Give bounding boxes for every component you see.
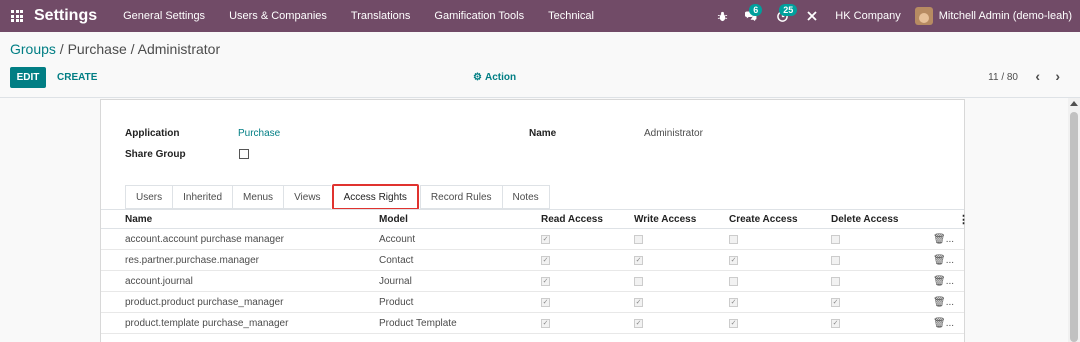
menu-technical[interactable]: Technical: [536, 0, 606, 32]
control-panel-divider: [0, 97, 1080, 98]
delete-row-trash-icon[interactable]: 🗑...: [933, 297, 954, 308]
action-label: Action: [484, 72, 517, 83]
row-model: Contact: [379, 254, 414, 266]
company-name[interactable]: HK Company: [825, 10, 914, 22]
tab-access-rights[interactable]: Access Rights: [331, 184, 419, 210]
menu-gamification-tools[interactable]: Gamification Tools: [422, 0, 536, 32]
create-access-checkbox[interactable]: ✓: [729, 318, 738, 328]
row-name: account.account purchase manager: [125, 233, 284, 245]
pager-previous-button[interactable]: ‹: [1035, 68, 1040, 84]
column-header-read-access[interactable]: Read Access: [541, 214, 603, 225]
create-access-checkbox[interactable]: [729, 234, 738, 244]
messages-icon[interactable]: 6: [735, 0, 765, 32]
notebook-tabs: Users Inherited Menus Views Access Right…: [125, 184, 550, 210]
share-group-checkbox[interactable]: [239, 149, 249, 159]
scroll-up-arrow-icon[interactable]: [1070, 101, 1078, 106]
tab-notes[interactable]: Notes: [501, 185, 550, 209]
pager-next-button[interactable]: ›: [1055, 68, 1060, 84]
table-row[interactable]: account.journal Journal ✓ 🗑...: [101, 271, 964, 292]
delete-access-checkbox[interactable]: [831, 276, 840, 286]
menu-users-companies[interactable]: Users & Companies: [217, 0, 339, 32]
table-row[interactable]: product.template purchase_manager Product…: [101, 313, 964, 334]
page-scrollbar[interactable]: [1068, 98, 1080, 342]
tab-users[interactable]: Users: [125, 185, 173, 209]
table-row[interactable]: account.account purchase manager Account ✓…: [101, 229, 964, 250]
column-header-name[interactable]: Name: [125, 214, 152, 225]
app-title[interactable]: Settings: [34, 7, 97, 25]
write-access-checkbox[interactable]: [634, 276, 643, 286]
breadcrumb-current: Purchase / Administrator: [67, 41, 221, 57]
row-model: Product: [379, 296, 414, 308]
tab-views[interactable]: Views: [283, 185, 331, 209]
application-label: Application: [125, 128, 180, 139]
company-switch-icon[interactable]: [799, 0, 825, 32]
read-access-checkbox[interactable]: ✓: [541, 276, 550, 286]
top-navbar: Settings General Settings Users & Compan…: [0, 0, 1080, 32]
row-model: Product Template: [379, 317, 457, 329]
scroll-thumb[interactable]: [1070, 112, 1078, 342]
delete-access-checkbox[interactable]: ✓: [831, 318, 840, 328]
activities-badge: 25: [779, 4, 798, 16]
user-name: Mitchell Admin (demo-leah): [938, 10, 1072, 22]
gear-icon: ⚙: [473, 72, 482, 83]
row-name: res.partner.purchase.manager: [125, 254, 259, 266]
delete-access-checkbox[interactable]: [831, 255, 840, 265]
access-rights-table: Name Model Read Access Write Access Crea…: [101, 209, 969, 334]
delete-row-trash-icon[interactable]: 🗑...: [933, 318, 954, 329]
create-access-checkbox[interactable]: ✓: [729, 297, 738, 307]
action-dropdown[interactable]: ⚙ Action: [473, 72, 516, 83]
edit-button[interactable]: EDIT: [10, 67, 46, 88]
table-body: account.account purchase manager Account ✓…: [101, 229, 964, 334]
tab-record-rules[interactable]: Record Rules: [419, 185, 502, 209]
table-row[interactable]: res.partner.purchase.manager Contact ✓ ✓ ✓ 🗑.…: [101, 250, 964, 271]
optional-columns-icon[interactable]: ⋮: [958, 213, 969, 226]
debug-bug-icon[interactable]: [709, 0, 735, 32]
column-header-write-access[interactable]: Write Access: [634, 214, 696, 225]
table-row[interactable]: product.product purchase_manager Product ✓…: [101, 292, 964, 313]
share-group-label: Share Group: [125, 149, 186, 160]
delete-row-trash-icon[interactable]: 🗑...: [933, 234, 954, 245]
read-access-checkbox[interactable]: ✓: [541, 234, 550, 244]
write-access-checkbox[interactable]: [634, 234, 643, 244]
tab-menus[interactable]: Menus: [232, 185, 284, 209]
activities-clock-icon[interactable]: 25: [765, 0, 799, 32]
create-access-checkbox[interactable]: [729, 276, 738, 286]
breadcrumb-separator: /: [55, 41, 68, 57]
form-sheet: Application Purchase Share Group Name Ad…: [100, 99, 969, 342]
write-access-checkbox[interactable]: ✓: [634, 297, 643, 307]
user-avatar: [914, 7, 933, 25]
row-model: Account: [379, 233, 416, 245]
write-access-checkbox[interactable]: ✓: [634, 255, 643, 265]
column-header-model[interactable]: Model: [379, 214, 408, 225]
menu-translations[interactable]: Translations: [339, 0, 423, 32]
read-access-checkbox[interactable]: ✓: [541, 318, 550, 328]
delete-row-trash-icon[interactable]: 🗑...: [933, 255, 954, 266]
read-access-checkbox[interactable]: ✓: [541, 297, 550, 307]
delete-row-trash-icon[interactable]: 🗑...: [933, 276, 954, 287]
tab-inherited[interactable]: Inherited: [172, 185, 233, 209]
column-header-create-access[interactable]: Create Access: [729, 214, 798, 225]
row-model: Journal: [379, 275, 412, 287]
apps-menu-icon[interactable]: [0, 0, 34, 32]
application-value[interactable]: Purchase: [238, 128, 280, 139]
column-header-delete-access[interactable]: Delete Access: [831, 214, 898, 225]
messages-badge: 6: [749, 4, 763, 16]
create-button[interactable]: CREATE: [57, 72, 97, 83]
name-value[interactable]: Administrator: [644, 128, 703, 139]
row-name: account.journal: [125, 275, 193, 287]
pager-value[interactable]: 11 / 80: [988, 72, 1018, 83]
breadcrumb: Groups / Purchase / Administrator: [10, 41, 220, 57]
create-access-checkbox[interactable]: ✓: [729, 255, 738, 265]
row-name: product.product purchase_manager: [125, 296, 284, 308]
breadcrumb-groups-link[interactable]: Groups: [10, 41, 56, 57]
row-name: product.template purchase_manager: [125, 317, 289, 329]
name-label: Name: [529, 128, 557, 139]
read-access-checkbox[interactable]: ✓: [541, 255, 550, 265]
table-header: Name Model Read Access Write Access Crea…: [101, 209, 969, 229]
menu-general-settings[interactable]: General Settings: [111, 0, 217, 32]
user-menu[interactable]: Mitchell Admin (demo-leah): [914, 7, 1080, 25]
delete-access-checkbox[interactable]: [831, 234, 840, 244]
write-access-checkbox[interactable]: ✓: [634, 318, 643, 328]
delete-access-checkbox[interactable]: ✓: [831, 297, 840, 307]
